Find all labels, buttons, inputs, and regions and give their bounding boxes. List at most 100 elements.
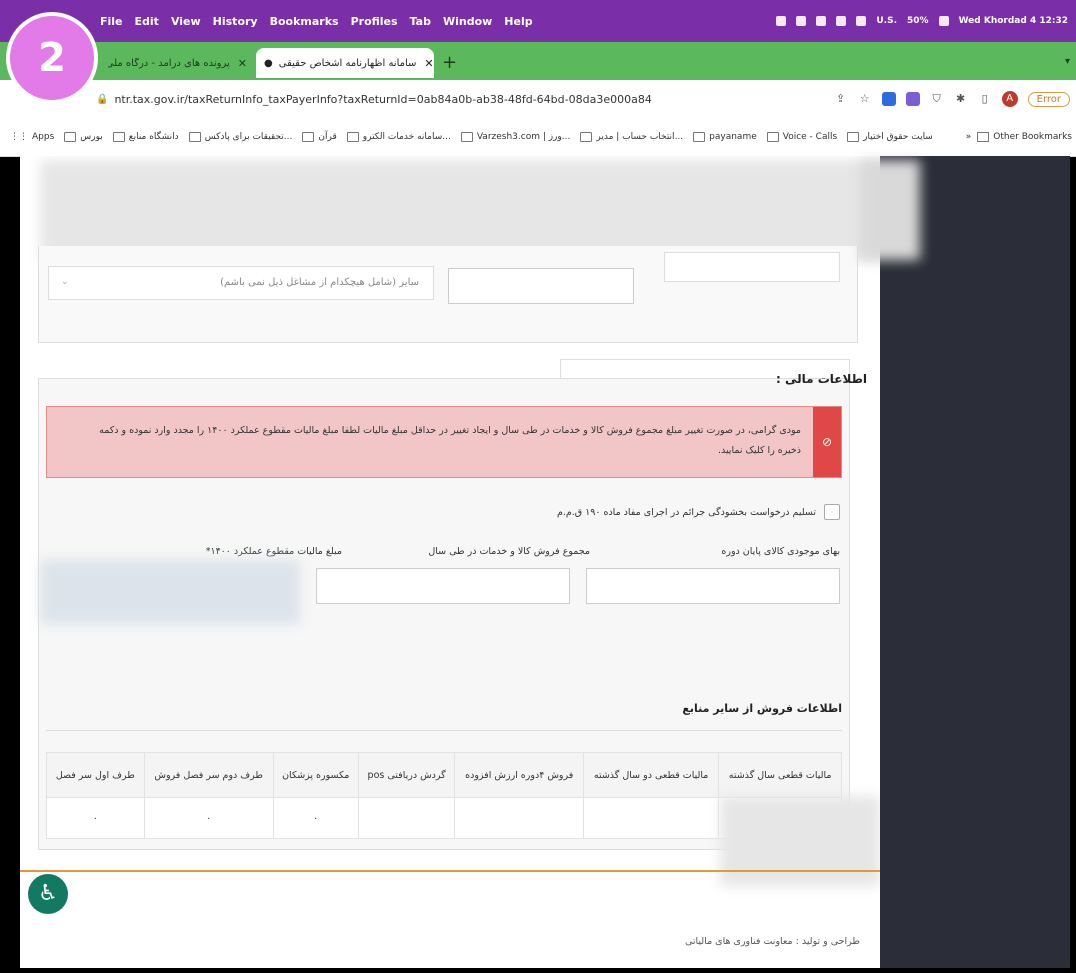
bookmark-label: بورس [80, 132, 103, 142]
table-cell [454, 797, 584, 839]
folder-icon [112, 132, 125, 142]
menu-history[interactable]: History [213, 15, 258, 28]
folder-icon [693, 132, 706, 142]
tray-icon[interactable] [776, 16, 787, 26]
menu-profiles[interactable]: Profiles [351, 15, 398, 28]
menu-tab[interactable]: Tab [410, 15, 431, 28]
total-sales-label: مجموع فروش کالا و خدمات در طی سال [428, 546, 590, 557]
column-header: گردش دریافتی pos [357, 752, 456, 798]
table-cell: ۰ [46, 797, 145, 839]
blurred-region [40, 560, 300, 624]
inventory-input[interactable] [586, 568, 840, 604]
lock-icon[interactable]: 🔒 [96, 94, 108, 105]
chevron-right-icon: » [965, 132, 972, 142]
footer-divider [20, 870, 880, 872]
menu-view[interactable]: View [171, 15, 201, 28]
folder-icon [346, 132, 359, 142]
star-icon[interactable]: ☆ [858, 92, 872, 106]
tray-icon[interactable] [816, 16, 827, 26]
bookmark-label: Apps [32, 132, 55, 142]
occupation-code-input[interactable] [448, 268, 634, 304]
tab-title: پرونده های درامد - درگاه ملی خدمات... [108, 57, 230, 69]
bookmark-item[interactable]: Varzesh3.com | ورز... [460, 132, 571, 142]
column-header: مالیات قطعی دو سال گذشته [582, 752, 720, 798]
phone-icon [766, 132, 779, 142]
globe-icon: ● [264, 57, 273, 69]
tab-income-files[interactable]: ✕ پرونده های درامد - درگاه ملی خدمات... [100, 48, 255, 78]
mac-menubar: File Edit View History Bookmarks Profile… [0, 0, 1076, 42]
address-bar: ‹ 🔒 ntr.tax.gov.ir/taxReturnInfo_taxPaye… [0, 80, 1076, 118]
bookmark-label: Voice - Calls [782, 132, 838, 142]
folder-icon [977, 132, 990, 142]
table-cell [357, 797, 456, 839]
column-header: طرف دوم سر فصل فروش [143, 752, 274, 798]
menu-file[interactable]: File [100, 15, 123, 28]
menu-bookmarks[interactable]: Bookmarks [270, 15, 339, 28]
bookmark-item[interactable]: Voice - Calls [766, 132, 838, 142]
url-text: ntr.tax.gov.ir/taxReturnInfo_taxPayerInf… [114, 92, 652, 106]
block-icon: ⊘ [813, 407, 841, 477]
profile-avatar[interactable]: A [1001, 91, 1018, 107]
column-header: مکسوره پزشکان [272, 752, 359, 798]
status-tray: U.S. 50% Wed Khordad 4 12:32 [776, 16, 1076, 26]
input-locale[interactable]: U.S. [876, 16, 897, 26]
page-content: سایر (شامل هیچکدام از مشاغل ذیل نمی باشم… [20, 156, 880, 968]
total-sales-input[interactable] [316, 568, 570, 604]
step-number-badge: 2 [6, 12, 98, 104]
clock[interactable]: Wed Khordad 4 12:32 [959, 16, 1068, 26]
folder-icon [302, 132, 315, 142]
tab-close-icon[interactable]: ✕ [424, 57, 433, 70]
error-button[interactable]: Error [1027, 91, 1070, 107]
menu-edit[interactable]: Edit [135, 15, 159, 28]
other-sales-title: اطلاعات فروش از سایر منابع [682, 702, 842, 715]
table-cell: ۰ [272, 797, 359, 839]
shield-icon[interactable]: ⛉ [930, 92, 944, 106]
bookmark-item[interactable]: سامانه خدمات الکترو... [346, 132, 451, 142]
battery-percent[interactable]: 50% [907, 16, 929, 26]
share-icon[interactable]: ⇪ [834, 92, 848, 106]
bookmark-label: payaname [709, 132, 757, 142]
bookmark-item[interactable]: دانشگاه منابع [112, 132, 179, 142]
menu-window[interactable]: Window [443, 15, 492, 28]
column-header: مالیات قطعی سال گذشته [718, 752, 842, 798]
tray-icon[interactable] [796, 16, 807, 26]
folder-icon [847, 132, 860, 142]
table-header-row: مالیات قطعی سال گذشته مالیات قطعی دو سال… [46, 752, 842, 798]
url-field[interactable]: 🔒 ntr.tax.gov.ir/taxReturnInfo_taxPayerI… [96, 93, 652, 106]
bookmark-item[interactable]: سایت حقوق اختیار [847, 132, 933, 142]
apps-bookmark[interactable]: ⋮⋮ Apps [10, 132, 54, 142]
bookmark-label: سایت حقوق اختیار [863, 132, 933, 142]
toolbar-icons: ⇪ ☆ ⛉ ✱ ▯ A Error [834, 91, 1076, 107]
sidebar-toggle-icon[interactable]: ▯ [978, 92, 992, 106]
tab-search-chevron-icon[interactable]: ▾ [1065, 56, 1070, 67]
tab-title: سامانه اظهارنامه اشخاص حقیقی [278, 57, 417, 69]
new-tab-button[interactable]: + [442, 52, 457, 73]
warning-alert: ⊘ مودی گرامی، در صورت تغییر مبلغ مجموع ف… [46, 406, 842, 478]
bookmark-label: Varzesh3.com | ورز... [476, 132, 571, 142]
wifi-icon[interactable] [856, 16, 867, 26]
bookmark-item[interactable]: تحقیقات برای پادکس... [188, 132, 292, 142]
footer-credit: طراحی و تولید : معاونت فناوری های مالیات… [684, 936, 860, 947]
other-bookmarks[interactable]: » Other Bookmarks [966, 132, 1076, 142]
bookmark-item[interactable]: قرآن [302, 132, 337, 142]
inventory-label: بهای موجودی کالای پایان دوره [721, 546, 840, 557]
partial-input[interactable] [664, 252, 840, 282]
bookmark-item[interactable]: payaname [693, 132, 757, 142]
table-cell: ۰ [143, 797, 274, 839]
extension-icon[interactable] [905, 92, 920, 106]
tab-tax-declaration[interactable]: ● سامانه اظهارنامه اشخاص حقیقی ✕ [256, 48, 434, 78]
waiver-checkbox[interactable] [824, 504, 840, 520]
bluetooth-icon[interactable] [836, 16, 847, 26]
accessibility-icon[interactable]: ♿ [28, 874, 68, 914]
bookmark-item[interactable]: بورس [64, 132, 103, 142]
bookmark-item[interactable]: انتخاب حساب | مدیر... [580, 132, 683, 142]
tab-close-icon[interactable]: ✕ [238, 57, 247, 70]
alert-text: مودی گرامی، در صورت تغییر مبلغ مجموع فرو… [99, 425, 801, 456]
puzzle-icon[interactable]: ✱ [954, 92, 968, 106]
folder-icon [580, 132, 593, 142]
menu-help[interactable]: Help [504, 15, 532, 28]
occupation-select[interactable]: سایر (شامل هیچکدام از مشاغل ذیل نمی باشم… [48, 266, 434, 300]
extension-icon[interactable] [881, 92, 896, 106]
blurred-region [40, 160, 880, 260]
control-center-icon[interactable] [938, 16, 949, 26]
